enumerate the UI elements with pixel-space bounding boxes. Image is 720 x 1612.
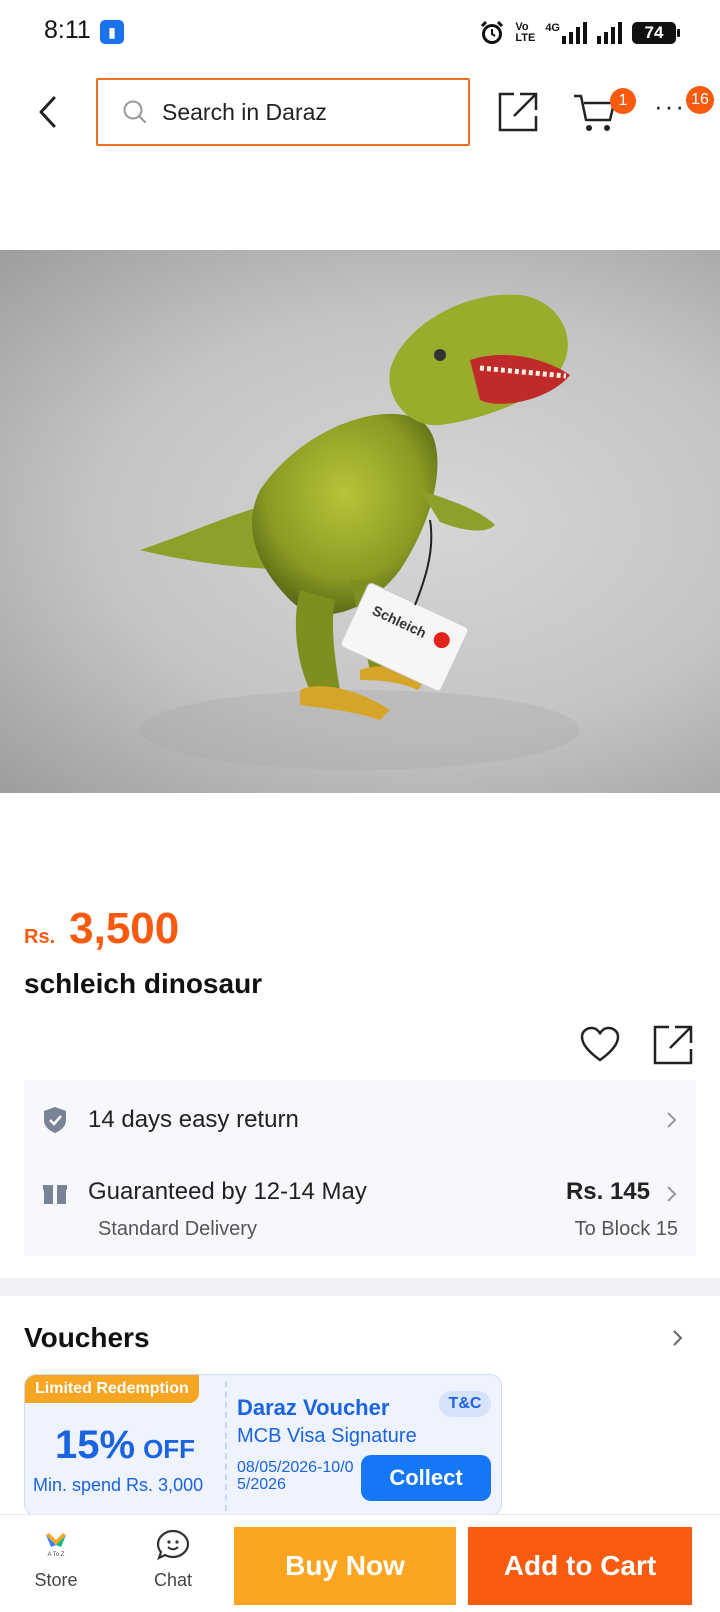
- delivery-row[interactable]: Guaranteed by 12-14 May Standard Deliver…: [24, 1172, 696, 1252]
- voucher-card: Limited Redemption 15% OFF Min. spend Rs…: [24, 1374, 502, 1516]
- store-logo-icon: A To Z: [46, 1533, 66, 1558]
- min-spend-text: Min. spend Rs. 3,000: [33, 1475, 204, 1495]
- store-button[interactable]: A To Z Store: [26, 1531, 86, 1591]
- product-detail-page: 8:11 ▮ Vo LTE 4G 74 Search in Daraz 1 ··…: [0, 0, 720, 1612]
- voucher-subtitle: MCB Visa Signature: [237, 1425, 417, 1447]
- volte-indicator: Vo LTE: [515, 21, 536, 44]
- chat-icon: [156, 1529, 190, 1561]
- return-policy-text: 14 days easy return: [88, 1106, 299, 1133]
- delivery-location: To Block 15: [574, 1218, 678, 1240]
- voucher-discount: 15% OFF: [55, 1423, 195, 1468]
- search-input[interactable]: Search in Daraz: [96, 78, 470, 146]
- status-icons: Vo LTE 4G 74: [479, 16, 680, 50]
- voucher-divider: [225, 1381, 227, 1511]
- price-amount: 3,500: [69, 904, 180, 953]
- store-logo-text: A To Z: [48, 1552, 65, 1558]
- voucher-validity: 08/05/2026-10/05/2026: [237, 1459, 354, 1493]
- chat-label: Chat: [153, 1570, 193, 1590]
- delivery-guarantee: Guaranteed by 12-14 May: [88, 1178, 367, 1205]
- share-icon[interactable]: [496, 90, 540, 134]
- add-to-cart-button[interactable]: Add to Cart: [468, 1527, 692, 1605]
- price-currency: Rs.: [24, 926, 56, 948]
- buy-now-button[interactable]: Buy Now: [234, 1527, 456, 1605]
- chat-button[interactable]: Chat: [138, 1529, 208, 1591]
- collect-voucher-button[interactable]: Collect: [361, 1455, 491, 1501]
- product-image[interactable]: Schleich: [0, 250, 720, 793]
- flashlight-icon: ▮: [100, 20, 124, 44]
- limited-redemption-tag: Limited Redemption: [25, 1375, 199, 1403]
- voucher-title: Daraz Voucher: [237, 1395, 390, 1420]
- signal-icon-2: [597, 22, 622, 44]
- service-info-panel: 14 days easy return Guaranteed by 12-14 …: [24, 1080, 696, 1256]
- discount-percent: 15%: [55, 1423, 136, 1467]
- cart-count-badge: 1: [610, 88, 636, 114]
- dinosaur-figure-image: Schleich: [140, 294, 580, 770]
- search-placeholder: Search in Daraz: [162, 98, 327, 125]
- back-arrow-icon[interactable]: [32, 92, 64, 132]
- alarm-icon: [481, 20, 504, 44]
- delivery-type: Standard Delivery: [98, 1218, 257, 1240]
- product-share-icon[interactable]: [652, 1024, 694, 1066]
- chevron-right-icon: [667, 1186, 677, 1202]
- network-type: 4G: [545, 22, 560, 34]
- section-divider: [0, 1278, 720, 1296]
- notification-count-badge: 16: [686, 86, 714, 114]
- signal-icon-1: [562, 22, 587, 44]
- wishlist-heart-icon[interactable]: [580, 1026, 620, 1064]
- more-options-icon[interactable]: ···: [654, 93, 686, 119]
- delivery-box-icon: [43, 1185, 67, 1204]
- bottom-action-bar: A To Z Store Chat Buy Now Add to Cart: [0, 1514, 720, 1612]
- status-time: 8:11: [44, 16, 91, 44]
- store-label: Store: [34, 1570, 78, 1590]
- search-icon: [123, 100, 146, 123]
- return-policy-row[interactable]: 14 days easy return: [24, 1098, 696, 1142]
- status-bar: 8:11 ▮ Vo LTE 4G 74: [0, 0, 720, 64]
- vouchers-chevron-right-icon[interactable]: [670, 1328, 684, 1348]
- discount-suffix: OFF: [143, 1434, 196, 1464]
- battery-icon: 74: [632, 22, 680, 44]
- product-price: Rs. 3,500: [24, 904, 179, 954]
- product-title: schleich dinosaur: [24, 968, 263, 999]
- terms-conditions-button[interactable]: T&C: [439, 1391, 491, 1417]
- chevron-right-icon: [667, 1112, 677, 1128]
- shield-check-icon: [44, 1107, 66, 1133]
- vouchers-heading: Vouchers: [24, 1322, 150, 1353]
- delivery-fee: Rs. 145: [565, 1178, 650, 1205]
